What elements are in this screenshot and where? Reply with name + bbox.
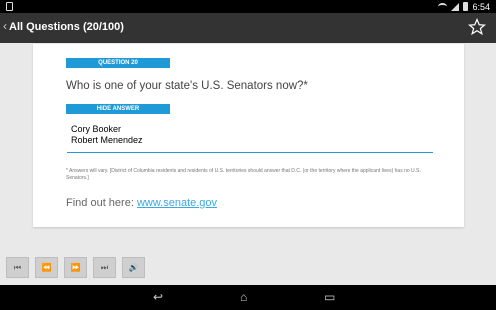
nav-recents-icon[interactable]: ▭ (324, 290, 335, 304)
hide-answer-button[interactable]: HIDE ANSWER (66, 104, 170, 114)
skip-previous-button[interactable]: ⏮ (6, 257, 29, 278)
volume-icon: 🔊 (128, 263, 139, 272)
volume-button[interactable]: 🔊 (122, 257, 145, 278)
answer-note: * Answers will vary. [District of Columb… (66, 168, 421, 181)
skip-next-icon: ⏭ (100, 262, 109, 272)
answer-field[interactable]: Cory Booker Robert Menendez (67, 124, 433, 153)
find-out-prefix: Find out here: (66, 197, 137, 209)
status-bar: 6:54 (0, 0, 496, 13)
signal-icon (451, 2, 460, 11)
action-bar: ‹ All Questions (20/100) (0, 13, 496, 43)
senate-link[interactable]: www.senate.gov (137, 197, 217, 209)
nav-home-icon[interactable]: ⌂ (240, 290, 247, 304)
skip-previous-icon: ⏮ (13, 262, 22, 272)
system-nav-bar: ↩ ⌂ ▭ (0, 285, 496, 310)
playback-controls: ⏮ ⏪ ⏩ ⏭ 🔊 (6, 257, 145, 279)
rewind-button[interactable]: ⏪ (35, 257, 58, 278)
battery-icon (463, 2, 469, 11)
answer-line: Robert Menendez (71, 135, 143, 145)
rewind-icon: ⏪ (41, 263, 52, 272)
answer-line: Cory Booker (71, 124, 122, 134)
back-chevron-icon[interactable]: ‹ (3, 19, 7, 33)
question-text: Who is one of your state's U.S. Senators… (66, 80, 308, 92)
clock: 6:54 (472, 1, 490, 12)
find-out-line: Find out here: www.senate.gov (66, 197, 217, 209)
skip-next-button[interactable]: ⏭ (93, 257, 116, 278)
notification-icon (6, 2, 13, 11)
nav-back-icon[interactable]: ↩ (153, 290, 163, 304)
question-number-label: QUESTION 20 (66, 58, 170, 68)
fast-forward-button[interactable]: ⏩ (64, 257, 87, 278)
question-card: QUESTION 20 Who is one of your state's U… (33, 44, 464, 227)
star-outline-icon[interactable] (468, 18, 486, 36)
page-title[interactable]: All Questions (20/100) (9, 21, 124, 33)
wifi-icon (438, 3, 448, 10)
fast-forward-icon: ⏩ (70, 263, 81, 272)
status-icons: 6:54 (438, 0, 490, 13)
